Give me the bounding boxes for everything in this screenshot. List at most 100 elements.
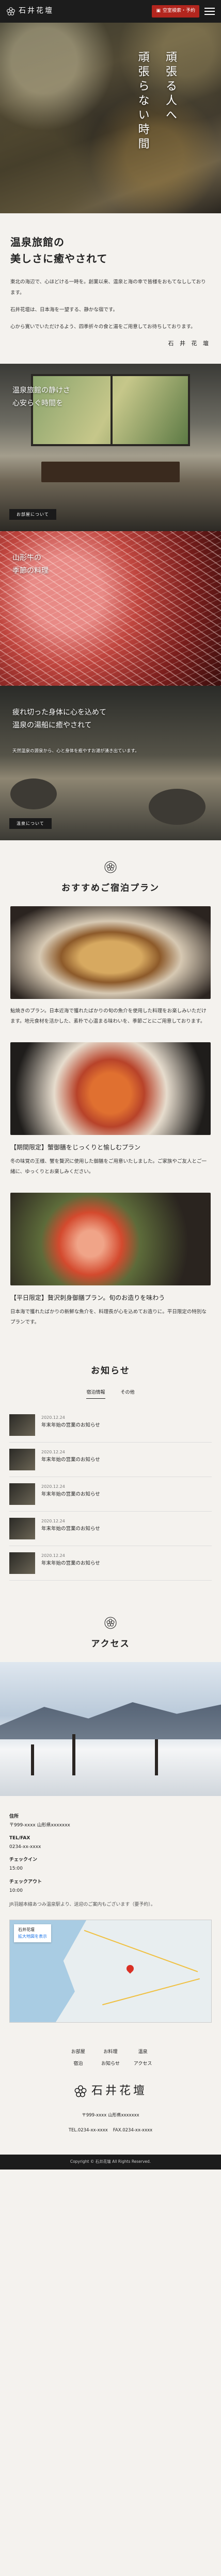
news-title: お知らせ (91, 1366, 130, 1377)
feature-onsen: 疲れ切った身体に心を込めて 温泉の湯船に癒やされて 天然温泉の源泉から、心と身体… (0, 686, 221, 841)
feature-title: 疲れ切った身体に心を込めて 温泉の湯船に癒やされて (12, 706, 106, 732)
room-table-image (41, 462, 180, 483)
feature-title-line-2: 温泉の湯船に癒やされて (12, 721, 92, 730)
footer-nav: お部屋 お料理 温泉 宿泊 お知らせ アクセス (64, 2048, 157, 2069)
tab-other[interactable]: その他 (121, 1389, 135, 1399)
checkin-value: 15:00 (9, 1866, 23, 1872)
footer-nav-item[interactable]: 宿泊 (64, 2060, 92, 2068)
news-date: 2020.12.24 (41, 1553, 65, 1558)
news-title: 年末年始の営業のお知らせ (41, 1526, 100, 1532)
footer-nav-item[interactable]: 温泉 (129, 2048, 157, 2056)
map-enlarge-link[interactable]: 拡大地図を表示 (18, 1933, 47, 1940)
plans-title: おすすめご宿泊プラン (61, 883, 160, 893)
flower-mark-icon (104, 1617, 117, 1629)
footer-logo-text: 石井花壇 (91, 2084, 147, 2098)
tree-image (31, 1744, 34, 1775)
hero-line-1: 頑張る人へ (164, 51, 177, 123)
feature-title-line-2: 心安らぐ時間を (12, 399, 63, 408)
footer-nav-item[interactable]: お料理 (97, 2048, 125, 2056)
news-list: 2020.12.24 年末年始の営業のお知らせ 2020.12.24 年末年始の… (9, 1408, 212, 1581)
sashimi-image (10, 1192, 211, 1285)
map-info-card: 石井花壇 拡大地図を表示 (14, 1924, 51, 1943)
calendar-icon: ▣ (156, 8, 161, 14)
grilled-fish-image (10, 906, 211, 999)
copyright: Copyright © 石井花壇 All Rights Reserved. (0, 2155, 221, 2170)
map-pin-icon[interactable] (125, 1963, 136, 1974)
news-date: 2020.12.24 (41, 1450, 65, 1455)
map-road (84, 1930, 198, 1973)
news-item[interactable]: 2020.12.24 年末年始の営業のお知らせ (9, 1477, 212, 1512)
news-item[interactable]: 2020.12.24 年末年始の営業のお知らせ (9, 1546, 212, 1581)
footer-logo[interactable]: 石井花壇 (9, 2081, 212, 2100)
footer-contact: TEL.0234-xx-xxxx FAX.0234-xx-xxxx (9, 2127, 212, 2134)
onsen-button[interactable]: 温泉について (9, 818, 52, 829)
intro-paragraph: 東北の海辺で、心ほどける一時を。創業以来、温泉と海の幸で皆様をおもてなししており… (10, 279, 206, 296)
mountain-image (0, 1702, 221, 1739)
access-note: JR羽越本線あつみ温泉駅より、送迎のご案内もございます（要予約）。 (9, 1902, 155, 1907)
news-date: 2020.12.24 (41, 1484, 65, 1489)
rock-image (149, 789, 206, 825)
flower-logo-icon (7, 7, 15, 15)
news-tabs: 宿泊情報 その他 (9, 1389, 212, 1399)
intro-signature: 石 井 花 壇 (168, 340, 211, 347)
news-item[interactable]: 2020.12.24 年末年始の営業のお知らせ (9, 1512, 212, 1547)
footer-tel[interactable]: TEL.0234-xx-xxxx (69, 2127, 108, 2134)
hero: 頑張る人へ 頑張らない時間 (0, 23, 221, 213)
access-title: アクセス (91, 1639, 130, 1650)
news-title: 年末年始の営業のお知らせ (41, 1457, 100, 1463)
intro-paragraph: 心から寛いでいただけるよう、四季折々の食と湯をご用意してお待ちしております。 (10, 324, 196, 330)
footer-nav-item[interactable]: お部屋 (64, 2048, 92, 2056)
crab-dish-image (10, 1042, 211, 1135)
news-date: 2020.12.24 (41, 1519, 65, 1524)
intro-title-line-1: 温泉旅館の (10, 236, 65, 248)
plan-text: 冬の味覚の王様、蟹を贅沢に使用した御膳をご用意いたしました。ご家族やご友人とご一… (10, 1159, 207, 1175)
news-date: 2020.12.24 (41, 1415, 65, 1420)
access-info: 住所 〒999-xxxx 山形県xxxxxxx TEL/FAX 0234-xx-… (0, 1796, 221, 1920)
map-road (102, 1978, 200, 2006)
plan-title: 【期間限定】蟹御膳をじっくりと愉しむプラン (10, 1143, 141, 1151)
news-thumbnail (9, 1449, 35, 1471)
tree-image (72, 1734, 75, 1775)
rooms-button[interactable]: お部屋について (9, 509, 56, 520)
news-thumbnail (9, 1483, 35, 1505)
tel-value: 0234-xx-xxxx (9, 1844, 41, 1850)
footer-nav-item[interactable]: アクセス (129, 2060, 157, 2068)
checkout-label: チェックアウト (9, 1879, 42, 1885)
feature-title-line-1: 疲れ切った身体に心を込めて (12, 708, 106, 717)
plans-section: おすすめご宿泊プラン 鮎焼きのプラン。日本近海で獲れたばかりの旬の魚介を使用した… (0, 840, 221, 1343)
checkin-label: チェックイン (9, 1857, 38, 1863)
feature-title-line-1: 温泉旅館の静けさ (12, 386, 70, 395)
hamburger-menu-icon[interactable] (204, 7, 215, 15)
feature-title-line-2: 季節の料理 (12, 567, 49, 575)
feature-title: 温泉旅館の静けさ 心安らぐ時間を (12, 384, 70, 410)
plan-card[interactable]: 【平日限定】贅沢刺身御膳プラン。旬のお造りを味わう 日本海で獲れたばかりの新鮮な… (0, 1192, 221, 1343)
reserve-button[interactable]: ▣ 空室検索・予約 (152, 5, 199, 18)
logo-text: 石井花壇 (19, 7, 54, 15)
plan-card[interactable]: 【期間限定】蟹御膳をじっくりと愉しむプラン 冬の味覚の王様、蟹を贅沢に使用した御… (0, 1042, 221, 1193)
google-map[interactable]: 石井花壇 拡大地図を表示 (9, 1919, 212, 2023)
plan-title: 【平日限定】贅沢刺身御膳プラン。旬のお造りを味わう (10, 1294, 165, 1301)
feature-title: 山形牛の 季節の料理 (12, 552, 49, 578)
news-title: 年末年始の営業のお知らせ (41, 1561, 100, 1567)
intro-title-line-2: 美しさに癒やされて (10, 252, 108, 265)
news-thumbnail (9, 1518, 35, 1540)
address-label: 住所 (9, 1814, 19, 1819)
logo[interactable]: 石井花壇 (6, 5, 54, 18)
checkout-value: 10:00 (9, 1888, 23, 1893)
tree-image (155, 1739, 158, 1775)
flower-mark-icon (104, 861, 117, 873)
footer-fax: FAX.0234-xx-xxxx (113, 2127, 153, 2133)
plan-card[interactable]: 鮎焼きのプラン。日本近海で獲れたばかりの旬の魚介を使用した料理をお楽しみいただけ… (0, 906, 221, 1042)
feature-body: 天然温泉の源泉から、心と身体を癒やすお湯が湧き出ています。 (12, 749, 139, 754)
access-section: アクセス 住所 〒999-xxxx 山形県xxxxxxx TEL/FAX 023… (0, 1596, 221, 2023)
footer: お部屋 お料理 温泉 宿泊 お知らせ アクセス 石井花壇 〒999-xxxx 山… (0, 2038, 221, 2155)
address-value: 〒999-xxxx 山形県xxxxxxx (9, 1823, 70, 1828)
feature-room: 温泉旅館の静けさ 心安らぐ時間を お部屋について (0, 364, 221, 532)
tab-stay-info[interactable]: 宿泊情報 (86, 1389, 105, 1399)
intro-body: 東北の海辺で、心ほどける一時を。創業以来、温泉と海の幸で皆様をおもてなししており… (10, 277, 211, 333)
tel-label: TEL/FAX (9, 1836, 30, 1841)
footer-nav-item[interactable]: お知らせ (97, 2060, 125, 2068)
news-item[interactable]: 2020.12.24 年末年始の営業のお知らせ (9, 1443, 212, 1478)
news-item[interactable]: 2020.12.24 年末年始の営業のお知らせ (9, 1408, 212, 1443)
reserve-label: 空室検索・予約 (162, 8, 195, 14)
